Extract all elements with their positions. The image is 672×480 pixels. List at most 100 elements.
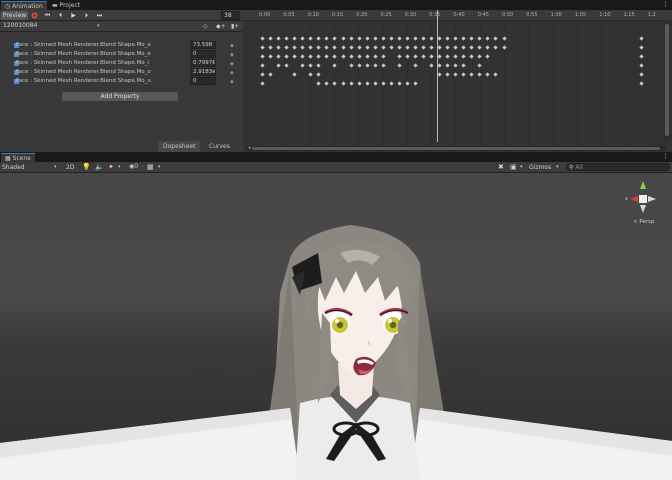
- effects-icon[interactable]: ✦: [108, 163, 114, 171]
- keyframe-marker[interactable]: [437, 36, 442, 41]
- keyframe-marker[interactable]: [316, 81, 321, 86]
- keyframe-marker[interactable]: [381, 45, 386, 50]
- keyframe-marker[interactable]: [501, 36, 507, 41]
- keyframe-marker[interactable]: [284, 54, 289, 59]
- keyframe-marker[interactable]: [485, 54, 491, 59]
- lighting-icon[interactable]: 💡: [82, 163, 91, 171]
- keyframe-marker[interactable]: [324, 81, 330, 86]
- keyframe-marker[interactable]: [405, 81, 410, 86]
- keyframe-marker[interactable]: [461, 72, 466, 77]
- property-row[interactable]: Face : Skinned Mesh Renderer.Blend Shape…: [0, 41, 242, 50]
- play-button[interactable]: ▶: [69, 11, 78, 20]
- keyframe-marker[interactable]: [397, 81, 402, 86]
- keyframe-marker[interactable]: [356, 45, 362, 50]
- keyframe-marker[interactable]: [316, 36, 321, 41]
- keyframe-marker[interactable]: [276, 63, 281, 68]
- keyframe-marker[interactable]: [469, 45, 474, 50]
- 2d-toggle[interactable]: 2D: [66, 164, 74, 171]
- keyframe-marker[interactable]: [316, 72, 321, 77]
- keyframe-marker[interactable]: [268, 72, 273, 77]
- keyframe-marker[interactable]: [477, 54, 482, 59]
- keyframe-marker[interactable]: [477, 36, 482, 41]
- keyframe-marker[interactable]: [300, 45, 305, 50]
- keyframe-marker[interactable]: [332, 45, 338, 50]
- keyframe-marker[interactable]: [437, 45, 442, 50]
- keyframe-marker[interactable]: [429, 54, 434, 59]
- keyframe-marker[interactable]: [373, 45, 378, 50]
- keyframe-marker[interactable]: [429, 45, 434, 50]
- grid-icon[interactable]: ▦: [147, 163, 154, 171]
- property-value[interactable]: 73.598: [190, 41, 216, 49]
- keyframe-marker[interactable]: [316, 45, 321, 50]
- panel-menu-icon[interactable]: ⋮: [662, 1, 669, 8]
- key-menu-icon[interactable]: ◆: [230, 52, 234, 58]
- keyframe-marker[interactable]: [260, 81, 265, 86]
- add-keyframe-icon[interactable]: ◆+: [216, 23, 226, 30]
- keyframe-marker[interactable]: [340, 45, 346, 50]
- keyframe-marker[interactable]: [373, 63, 378, 68]
- keyframe-marker[interactable]: [453, 36, 458, 41]
- keyframe-marker[interactable]: [316, 54, 321, 59]
- keyframe-marker[interactable]: [461, 45, 466, 50]
- keyframe-marker[interactable]: [348, 36, 354, 41]
- keyframe-marker[interactable]: [639, 72, 644, 77]
- clip-dropdown[interactable]: 120010084: [1, 22, 103, 31]
- keyframe-marker[interactable]: [260, 72, 265, 77]
- keyframe-marker[interactable]: [445, 45, 450, 50]
- keyframe-marker[interactable]: [453, 72, 458, 77]
- keyframe-marker[interactable]: [453, 54, 458, 59]
- keyframe-marker[interactable]: [268, 36, 273, 41]
- scene-viewport[interactable]: x < Persp: [0, 173, 672, 480]
- keyframe-marker[interactable]: [397, 45, 402, 50]
- key-menu-icon[interactable]: ◆: [230, 43, 234, 49]
- keyframe-marker[interactable]: [276, 45, 281, 50]
- keyframe-marker[interactable]: [453, 63, 458, 68]
- horizontal-scrollbar-thumb[interactable]: [252, 147, 660, 150]
- keyframe-marker[interactable]: [300, 63, 305, 68]
- filter-by-selection-icon[interactable]: ◇: [203, 23, 208, 30]
- perspective-toggle[interactable]: < Persp: [633, 219, 654, 225]
- key-menu-icon[interactable]: ◆: [230, 61, 234, 67]
- keyframe-marker[interactable]: [260, 54, 265, 59]
- keyframe-marker[interactable]: [340, 81, 346, 86]
- keyframe-marker[interactable]: [373, 81, 378, 86]
- keyframe-marker[interactable]: [292, 72, 297, 77]
- keyframe-marker[interactable]: [397, 36, 402, 41]
- keyframe-marker[interactable]: [429, 63, 434, 68]
- keyframe-marker[interactable]: [469, 36, 474, 41]
- keyframe-marker[interactable]: [381, 36, 386, 41]
- keyframe-marker[interactable]: [429, 36, 434, 41]
- keyframe-marker[interactable]: [437, 63, 442, 68]
- keyframe-marker[interactable]: [268, 54, 273, 59]
- keyframe-marker[interactable]: [413, 54, 418, 59]
- keyframe-marker[interactable]: [332, 63, 338, 68]
- orientation-gizmo[interactable]: x < Persp: [620, 177, 666, 227]
- horizontal-scrollbar[interactable]: [246, 146, 666, 151]
- keyframe-marker[interactable]: [453, 45, 458, 50]
- keyframe-marker[interactable]: [332, 81, 338, 86]
- keyframe-marker[interactable]: [365, 63, 370, 68]
- keyframe-marker[interactable]: [461, 36, 466, 41]
- keyframe-marker[interactable]: [308, 63, 313, 68]
- keyframe-marker[interactable]: [348, 81, 354, 86]
- keyframe-marker[interactable]: [639, 54, 644, 59]
- keyframe-marker[interactable]: [373, 36, 378, 41]
- keyframe-marker[interactable]: [469, 72, 474, 77]
- keyframe-marker[interactable]: [477, 63, 482, 68]
- keyframe-marker[interactable]: [348, 45, 354, 50]
- keyframe-marker[interactable]: [413, 36, 418, 41]
- keyframe-marker[interactable]: [284, 36, 289, 41]
- keyframe-marker[interactable]: [445, 36, 450, 41]
- search-input[interactable]: ⚲ All: [566, 163, 670, 171]
- keyframe-marker[interactable]: [639, 36, 644, 41]
- keyframe-marker[interactable]: [437, 54, 442, 59]
- keyframe-marker[interactable]: [405, 36, 410, 41]
- dopesheet-timeline[interactable]: 0:00 0:05 0:10 0:15 0:20 0:25 0:30 0:35 0:40 0:45…: [243, 10, 672, 152]
- keyframe-marker[interactable]: [501, 45, 507, 50]
- tools-icon[interactable]: ✖: [498, 163, 504, 171]
- keyframe-marker[interactable]: [365, 36, 370, 41]
- keyframe-marker[interactable]: [365, 81, 370, 86]
- keyframe-marker[interactable]: [276, 54, 281, 59]
- keyframe-marker[interactable]: [639, 63, 644, 68]
- keyframe-marker[interactable]: [260, 45, 265, 50]
